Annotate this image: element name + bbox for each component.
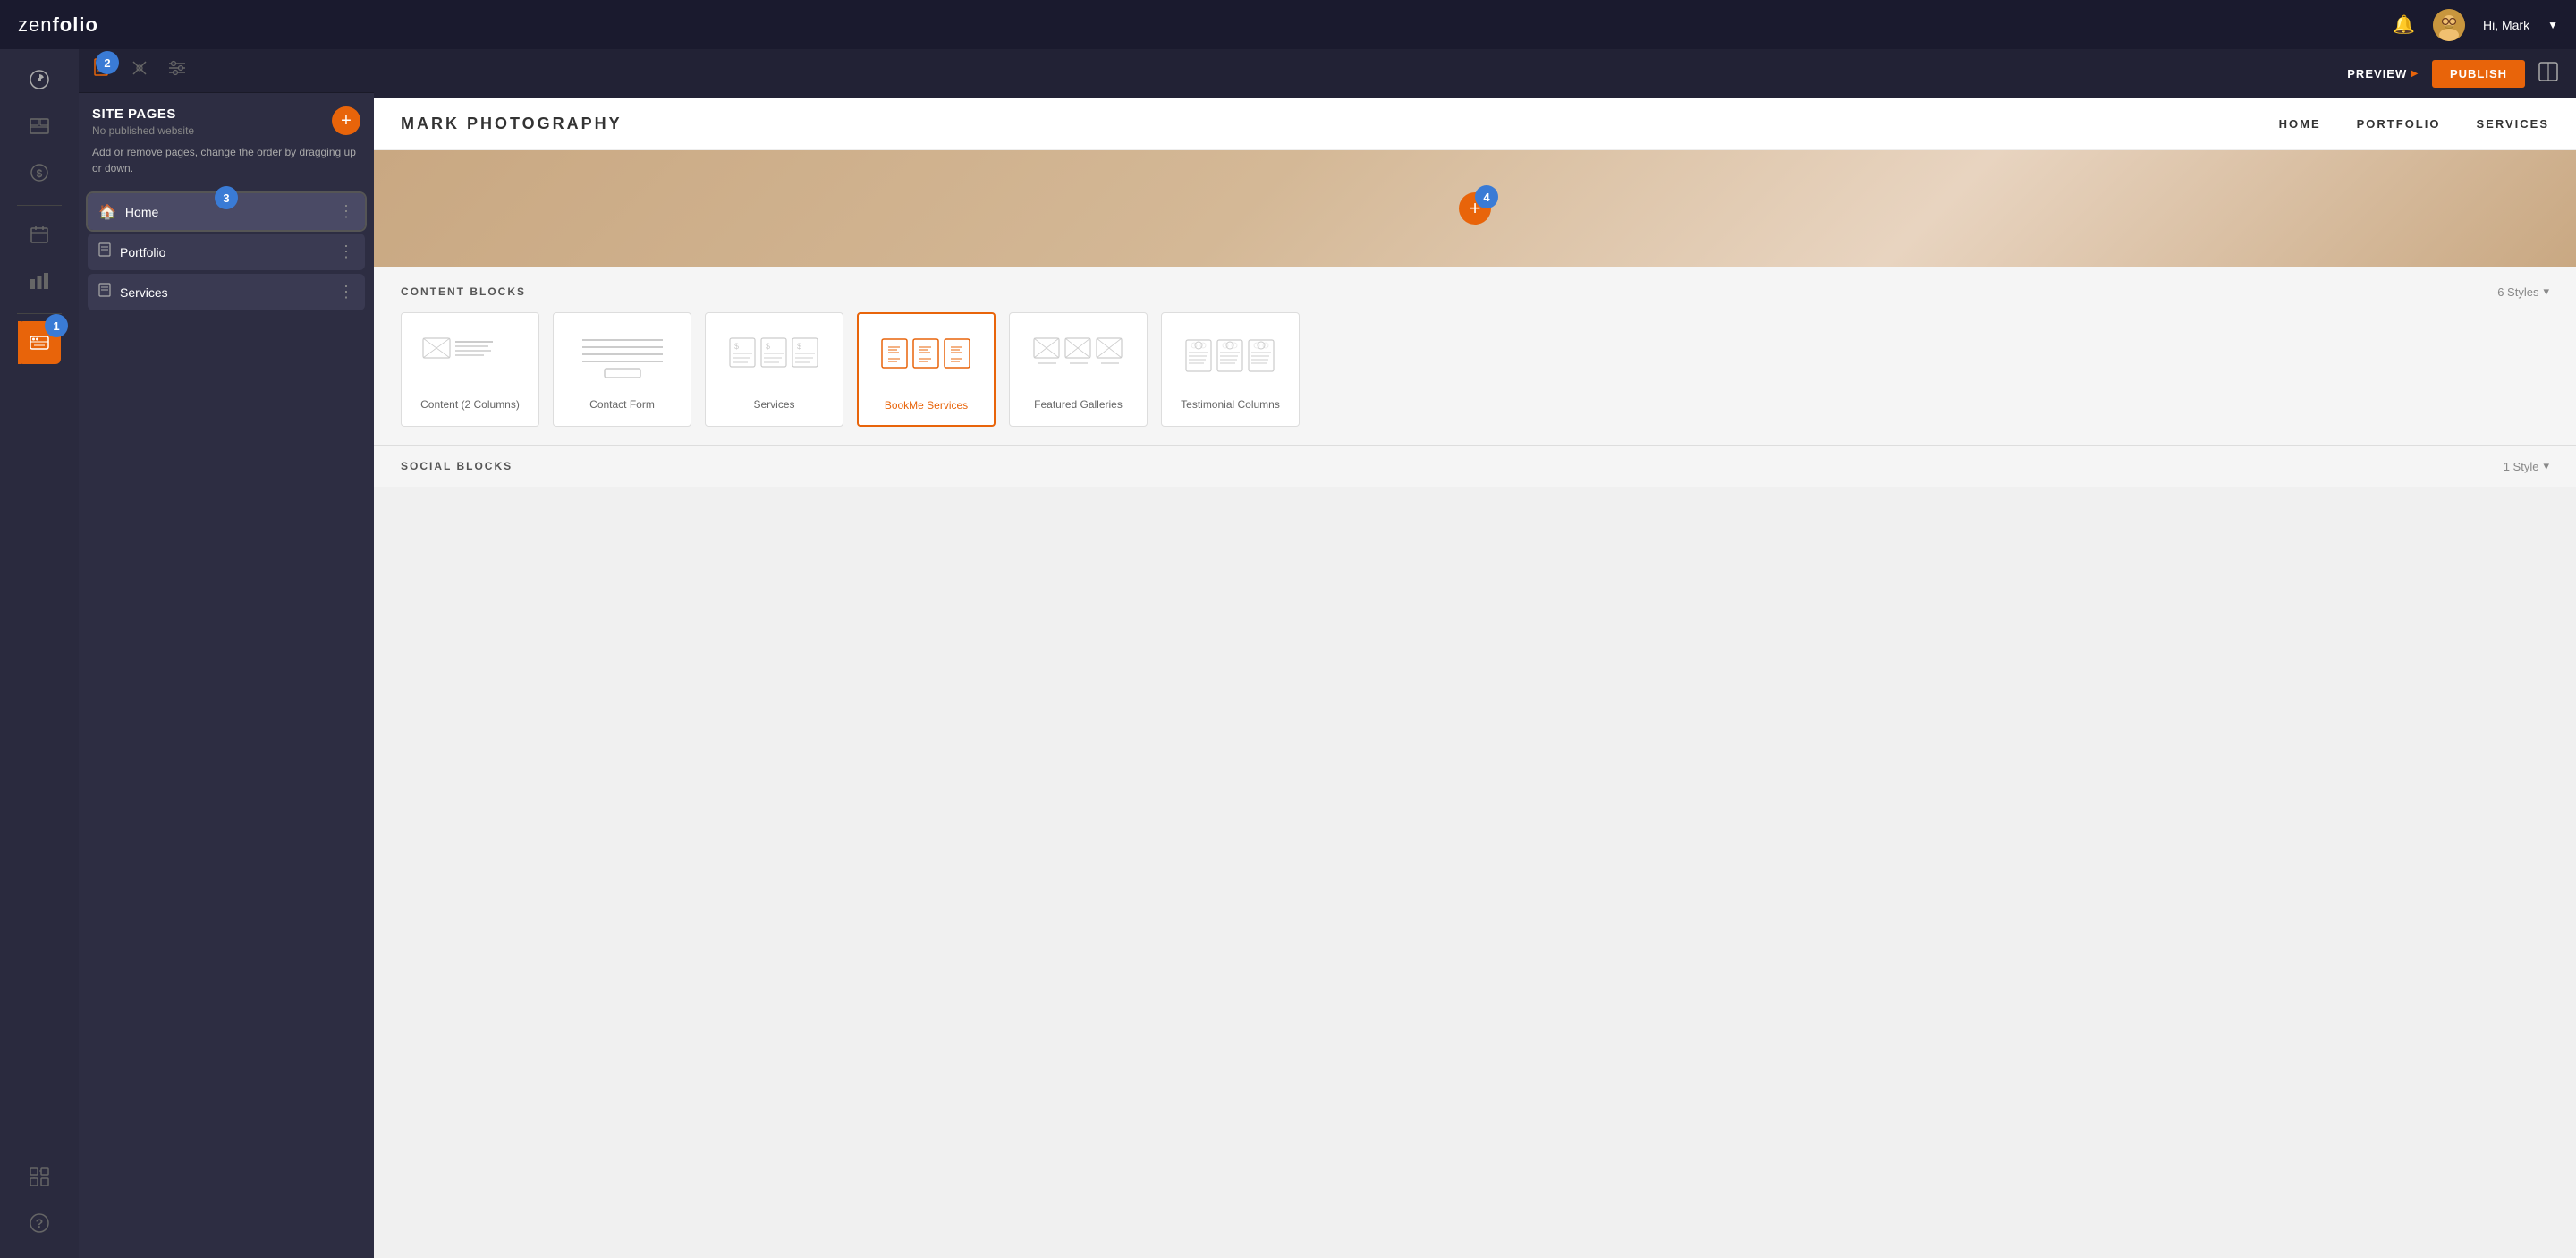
styles-chevron-icon: ▾ <box>2543 285 2549 299</box>
services-page-icon <box>98 283 111 302</box>
content-blocks-title: CONTENT BLOCKS <box>401 285 526 298</box>
bell-icon[interactable]: 🔔 <box>2393 13 2415 36</box>
block-label-content-2col: Content (2 Columns) <box>415 398 525 411</box>
header-right: 🔔 Hi, Mark ▼ <box>2393 9 2558 41</box>
main-content: PREVIEW ▶ PUBLISH MARK PHOTOGRAPHY HOME … <box>374 49 2576 1258</box>
chevron-down-icon[interactable]: ▼ <box>2547 19 2558 31</box>
mockup-site-logo: MARK PHOTOGRAPHY <box>401 115 623 133</box>
block-services[interactable]: $ $ $ <box>705 312 843 427</box>
panel-toolbar: 2 <box>79 49 374 93</box>
page-item-home[interactable]: 🏠 Home ⋮ 3 <box>88 193 365 230</box>
split-view-button[interactable] <box>2538 62 2558 87</box>
page-list: 🏠 Home ⋮ 3 Portfolio ⋮ <box>79 193 374 310</box>
mockup-nav-portfolio[interactable]: PORTFOLIO <box>2357 117 2441 131</box>
block-icon-content-2col <box>415 327 525 389</box>
page-item-portfolio[interactable]: Portfolio ⋮ <box>88 234 365 270</box>
services-page-label: Services <box>120 285 338 300</box>
home-page-icon: 🏠 <box>98 203 116 221</box>
portfolio-page-label: Portfolio <box>120 245 338 259</box>
top-header: zenfolio 🔔 Hi, Mark ▼ <box>0 0 2576 49</box>
settings-tab-button[interactable] <box>167 58 187 83</box>
social-header: SOCIAL BLOCKS 1 Style ▾ <box>401 459 2549 473</box>
preview-arrow-icon: ▶ <box>2411 69 2419 79</box>
block-label-bookme: BookMe Services <box>872 399 980 412</box>
page-item-services[interactable]: Services ⋮ <box>88 274 365 310</box>
badge-2: 2 <box>96 51 119 74</box>
services-page-more-icon[interactable]: ⋮ <box>338 283 354 302</box>
avatar[interactable] <box>2433 9 2465 41</box>
design-tab-button[interactable] <box>130 58 149 83</box>
badge-3: 3 <box>215 186 238 209</box>
social-blocks-title: SOCIAL BLOCKS <box>401 460 513 472</box>
site-pages-title-area: SITE PAGES No published website <box>92 106 194 137</box>
badge-1: 1 <box>45 314 68 337</box>
svg-text:$: $ <box>766 342 770 351</box>
site-pages-description: Add or remove pages, change the order by… <box>79 144 374 190</box>
block-icon-testimonial <box>1175 327 1285 389</box>
content-blocks-section: CONTENT BLOCKS 6 Styles ▾ <box>374 267 2576 445</box>
svg-text:$: $ <box>734 342 739 351</box>
sidebar-item-pricing[interactable]: $ <box>18 151 61 194</box>
left-sidebar: $ 1 <box>0 49 79 1258</box>
hi-mark-label[interactable]: Hi, Mark <box>2483 18 2529 32</box>
sidebar-item-calendar[interactable] <box>18 213 61 256</box>
site-pages-subtitle: No published website <box>92 124 194 137</box>
portfolio-page-more-icon[interactable]: ⋮ <box>338 242 354 261</box>
social-styles-count: 1 Style <box>2504 460 2539 473</box>
block-icon-bookme <box>872 327 980 390</box>
sidebar-item-help[interactable]: ? <box>18 1202 61 1245</box>
block-label-testimonial: Testimonial Columns <box>1175 398 1285 411</box>
social-blocks-styles[interactable]: 1 Style ▾ <box>2504 459 2549 473</box>
styles-count-label: 6 Styles <box>2497 285 2538 299</box>
block-label-services: Services <box>719 398 829 411</box>
block-label-contact-form: Contact Form <box>567 398 677 411</box>
portfolio-page-icon <box>98 242 111 261</box>
block-bookme-services[interactable]: BookMe Services <box>857 312 996 427</box>
block-content-2col[interactable]: Content (2 Columns) <box>401 312 539 427</box>
add-section-button[interactable]: + 4 <box>1459 192 1491 225</box>
block-testimonial-columns[interactable]: Testimonial Columns <box>1161 312 1300 427</box>
mockup-nav-home[interactable]: HOME <box>2279 117 2321 131</box>
sidebar-item-website-builder[interactable]: 1 <box>18 321 61 364</box>
sidebar-item-analytics[interactable] <box>18 259 61 302</box>
home-page-more-icon[interactable]: ⋮ <box>338 202 354 221</box>
preview-toolbar: PREVIEW ▶ PUBLISH <box>374 49 2576 98</box>
hero-image-area: + 4 <box>374 150 2576 267</box>
add-page-button[interactable]: + <box>332 106 360 135</box>
sidebar-item-integrations[interactable] <box>18 1155 61 1198</box>
zenfolio-logo: zenfolio <box>18 13 98 37</box>
block-icon-services: $ $ $ <box>719 327 829 389</box>
block-featured-galleries[interactable]: Featured Galleries <box>1009 312 1148 427</box>
website-mockup: MARK PHOTOGRAPHY HOME PORTFOLIO SERVICES… <box>374 98 2576 267</box>
site-pages-title: SITE PAGES <box>92 106 194 122</box>
social-chevron-icon: ▾ <box>2543 459 2549 473</box>
social-blocks-section: SOCIAL BLOCKS 1 Style ▾ <box>374 445 2576 487</box>
pages-tab-button[interactable]: 2 <box>92 58 112 83</box>
blocks-header: CONTENT BLOCKS 6 Styles ▾ <box>401 285 2549 299</box>
site-pages-header: SITE PAGES No published website + <box>79 93 374 144</box>
publish-button[interactable]: PUBLISH <box>2432 60 2525 88</box>
mockup-nav-links: HOME PORTFOLIO SERVICES <box>2279 117 2549 131</box>
preview-button[interactable]: PREVIEW ▶ <box>2347 67 2419 81</box>
block-icon-contact-form <box>567 327 677 389</box>
site-pages-panel: 2 SITE PAGES No published website <box>79 49 374 1258</box>
mockup-nav: MARK PHOTOGRAPHY HOME PORTFOLIO SERVICES <box>374 98 2576 150</box>
sidebar-divider-1 <box>17 205 62 206</box>
svg-text:$: $ <box>797 342 801 351</box>
block-contact-form[interactable]: Contact Form <box>553 312 691 427</box>
block-icon-featured-galleries <box>1023 327 1133 389</box>
sidebar-item-dashboard[interactable] <box>18 58 61 101</box>
sidebar-item-gallery[interactable] <box>18 105 61 148</box>
blocks-grid: Content (2 Columns) Contact Form <box>401 312 2549 427</box>
badge-4: 4 <box>1475 185 1498 208</box>
content-blocks-styles[interactable]: 6 Styles ▾ <box>2497 285 2549 299</box>
svg-text:$: $ <box>37 167 43 180</box>
avatar-face <box>2433 9 2465 41</box>
svg-text:?: ? <box>36 1216 44 1230</box>
mockup-nav-services[interactable]: SERVICES <box>2476 117 2549 131</box>
block-label-featured-galleries: Featured Galleries <box>1023 398 1133 411</box>
preview-label: PREVIEW <box>2347 67 2407 81</box>
